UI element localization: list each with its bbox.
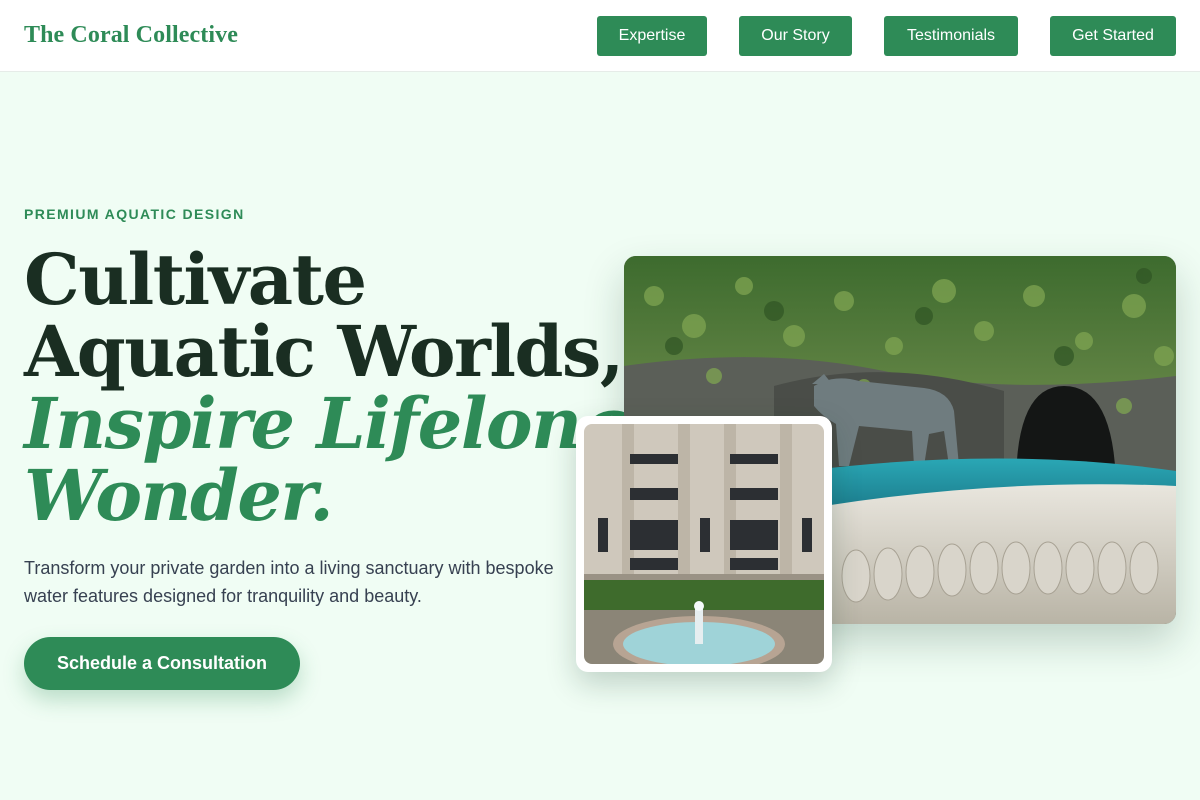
headline-accent-2: Wonder. xyxy=(24,454,334,537)
hero-headline: Cultivate Aquatic Worlds, Inspire Lifelo… xyxy=(24,238,629,537)
top-navigation: The Coral Collective Expertise Our Story… xyxy=(0,0,1200,72)
nav-our-story-button[interactable]: Our Story xyxy=(739,16,852,56)
hero-eyebrow: PREMIUM AQUATIC DESIGN xyxy=(24,206,245,222)
schedule-consultation-button[interactable]: Schedule a Consultation xyxy=(24,637,300,690)
hero-description: Transform your private garden into a liv… xyxy=(24,558,554,606)
headline-line-2: Aquatic Worlds, xyxy=(24,310,624,393)
headline-accent-1: Inspire Lifelong xyxy=(24,382,629,465)
courtyard-fountain-image xyxy=(584,424,824,664)
nav-get-started-button[interactable]: Get Started xyxy=(1050,16,1176,56)
inset-image-card xyxy=(576,416,832,672)
nav-testimonials-button[interactable]: Testimonials xyxy=(884,16,1018,56)
brand-logo[interactable]: The Coral Collective xyxy=(24,22,238,49)
nav-expertise-button[interactable]: Expertise xyxy=(597,16,707,56)
headline-line-1: Cultivate xyxy=(24,238,367,321)
